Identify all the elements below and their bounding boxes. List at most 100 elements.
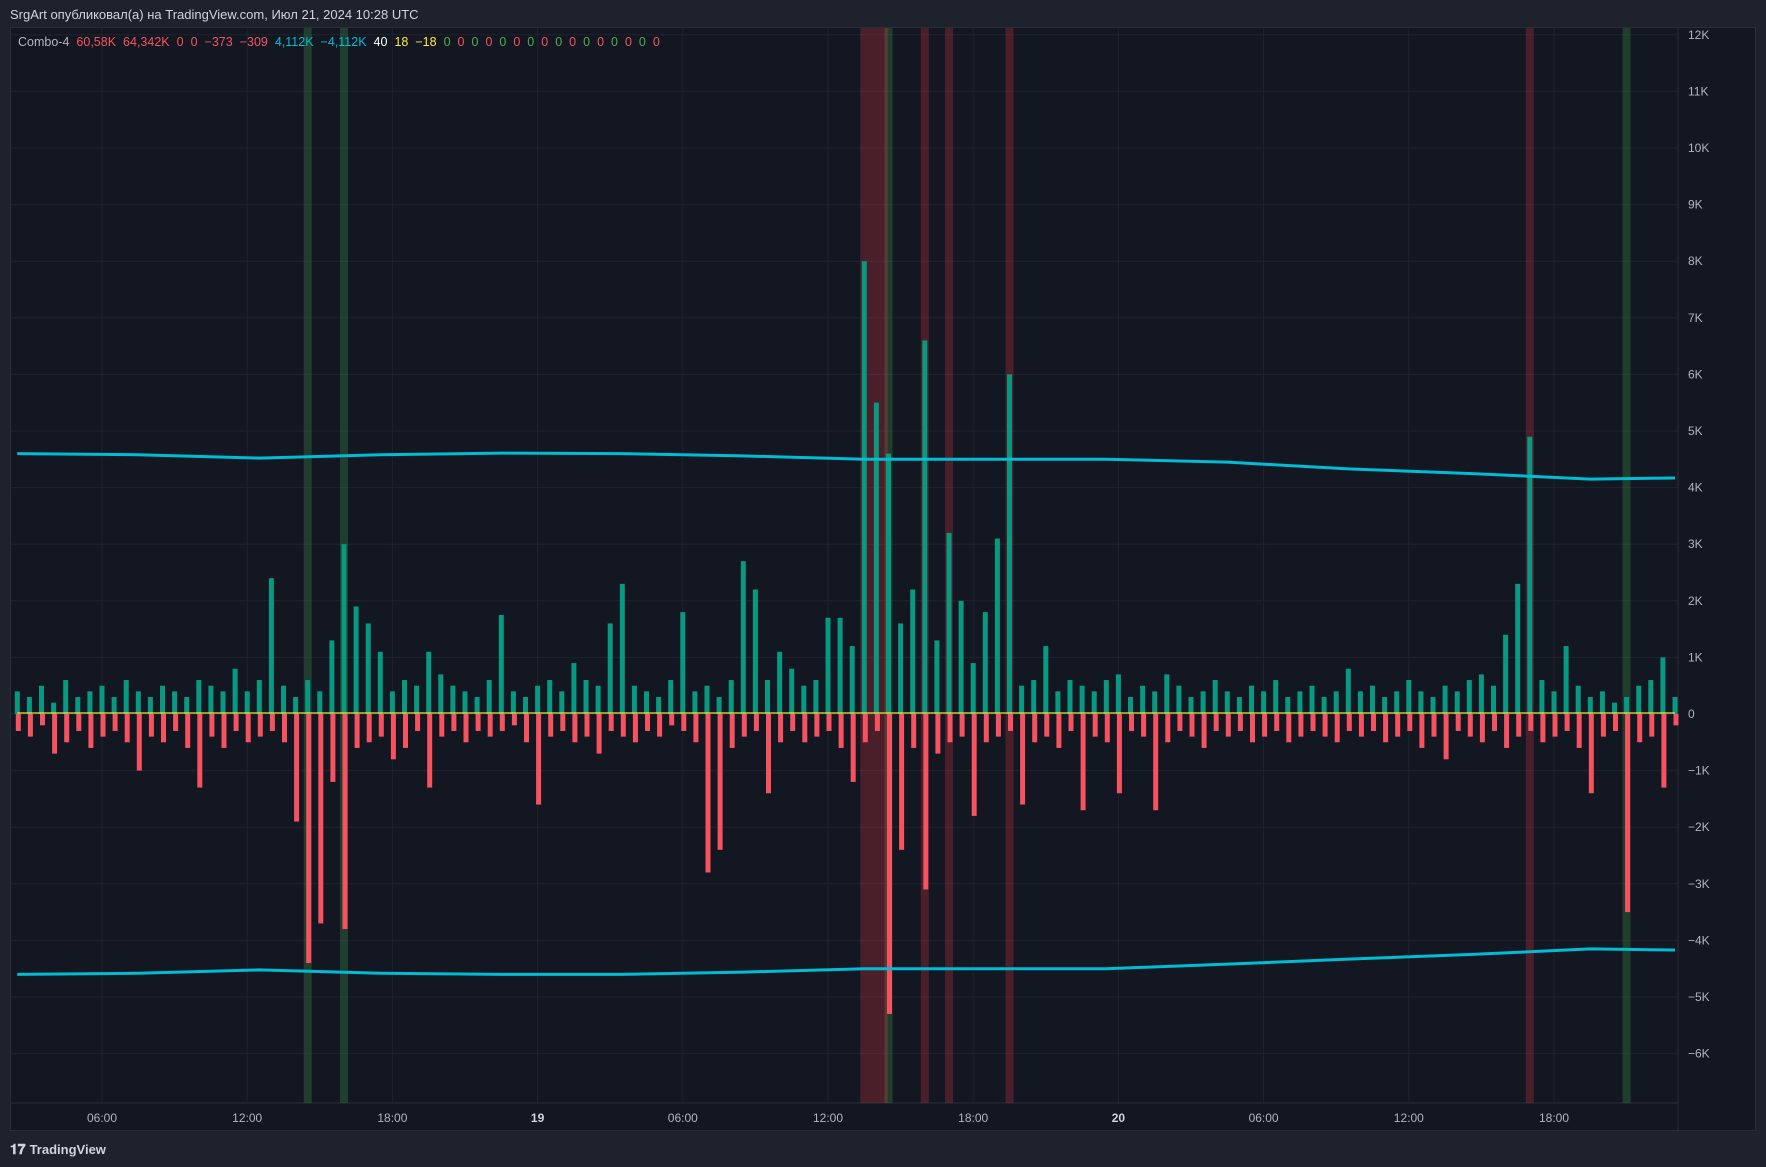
buy-bar [1212,680,1218,714]
y-tick-label: 6K [1688,367,1703,381]
buy-bar [898,623,904,714]
buy-bar [1442,685,1448,714]
sell-bar [366,714,372,743]
sell-bar [753,714,759,731]
sell-bar [1443,714,1449,760]
buy-bar [26,697,32,714]
buy-bar [365,623,371,714]
sell-bar [1068,714,1074,731]
sell-bar [1516,714,1522,737]
buy-bar [1333,691,1339,714]
buy-bar [1079,685,1085,714]
buy-bar [777,651,783,714]
buy-bar [619,583,625,714]
x-tick-label: 12:00 [813,1111,843,1125]
sell-bar [1661,714,1667,788]
chart-svg[interactable]: 12K 11K 10K 9K 8K 7K 6K 5K 4K 3K 2K 1K 0 −1K −2K −3K −4K… [0,0,1766,1167]
sell-bar [1116,714,1122,794]
sell-bar [427,714,433,788]
sell-bar [874,714,880,731]
x-tick-label: 20 [1112,1111,1126,1125]
buy-bar [583,680,589,714]
sell-bar [318,714,324,924]
legend-value: 0 [485,35,493,49]
buy-bar [1491,685,1496,714]
buy-bar [595,685,601,714]
legend-value: 0 [624,35,632,49]
y-tick-label: 8K [1688,254,1703,268]
buy-bar [849,646,855,714]
sell-bar [717,714,723,850]
buy-bar [1176,685,1182,714]
sell-bar [1346,714,1352,731]
sell-bar [269,714,275,731]
buy-bar [1043,646,1049,714]
sell-bar [112,714,118,731]
sell-bar [608,714,614,731]
x-tick-label: 18:00 [377,1111,407,1125]
buy-bar [256,680,262,714]
buy-bar [1273,680,1279,714]
sell-bar [1552,714,1558,737]
sell-bar [475,714,481,731]
legend-value: −309 [239,35,268,49]
sell-bar [390,714,396,760]
buy-bar [1128,697,1133,714]
buy-bar [293,697,299,714]
legend-value: 0 [569,35,577,49]
sell-bar [1419,714,1425,748]
legend-value: 0 [638,35,646,49]
x-tick-label: 18:00 [1539,1111,1569,1125]
buy-bar [1019,685,1025,714]
buy-bar [607,623,613,714]
legend-value: 0 [457,35,465,49]
buy-bar [1527,436,1533,714]
indicator-legend: Combo-4 60,58K 64,342K 0 0 −373 −309 4,112K −4,1… [18,35,674,49]
sell-bar [1613,714,1618,731]
buy-bar [196,680,202,714]
buy-bar [535,685,541,714]
buy-bar [498,614,504,714]
sell-bar [572,714,578,743]
sell-bar [790,714,796,731]
sell-bar [1298,714,1304,737]
legend-value: 4,112K [274,35,314,49]
legend-value: 0 [471,35,479,49]
sell-bar [1467,714,1473,737]
sell-bar [1177,714,1183,731]
tradingview-logo[interactable]: 𝟏𝟕 TradingView [10,1141,106,1158]
buy-bar [268,578,274,714]
y-tick-label: 12K [1688,28,1709,42]
buy-bar [486,680,492,714]
buy-bar [692,691,698,714]
buy-bar [765,680,770,714]
legend-value: 0 [176,35,184,49]
buy-bar [1249,685,1254,714]
buy-bar [716,697,722,714]
sell-bar [221,714,227,748]
indicator-name[interactable]: Combo-4 [18,35,69,49]
buy-bar [704,685,710,714]
sell-bar [1492,714,1497,731]
sell-bar [173,714,179,731]
sell-bar [645,714,650,731]
legend-value: 0 [541,35,549,49]
sell-bar [935,714,941,754]
y-tick-label: −5K [1688,990,1710,1004]
buy-bar [184,697,190,714]
buy-bar [14,691,20,714]
buy-bar [1140,685,1146,714]
sell-bar [741,714,747,737]
x-tick-label: 12:00 [1394,1111,1424,1125]
sell-bar [657,714,663,737]
legend-value: 64,342K [123,35,170,49]
buy-bar [1285,697,1291,714]
buy-bar [740,561,746,714]
buy-bar [1660,657,1666,714]
sell-bar [1358,714,1364,737]
sell-bar [342,714,348,930]
sell-bar [499,714,505,731]
buy-bar [329,640,335,714]
sell-bar [1274,714,1280,731]
buy-bar [450,685,456,714]
